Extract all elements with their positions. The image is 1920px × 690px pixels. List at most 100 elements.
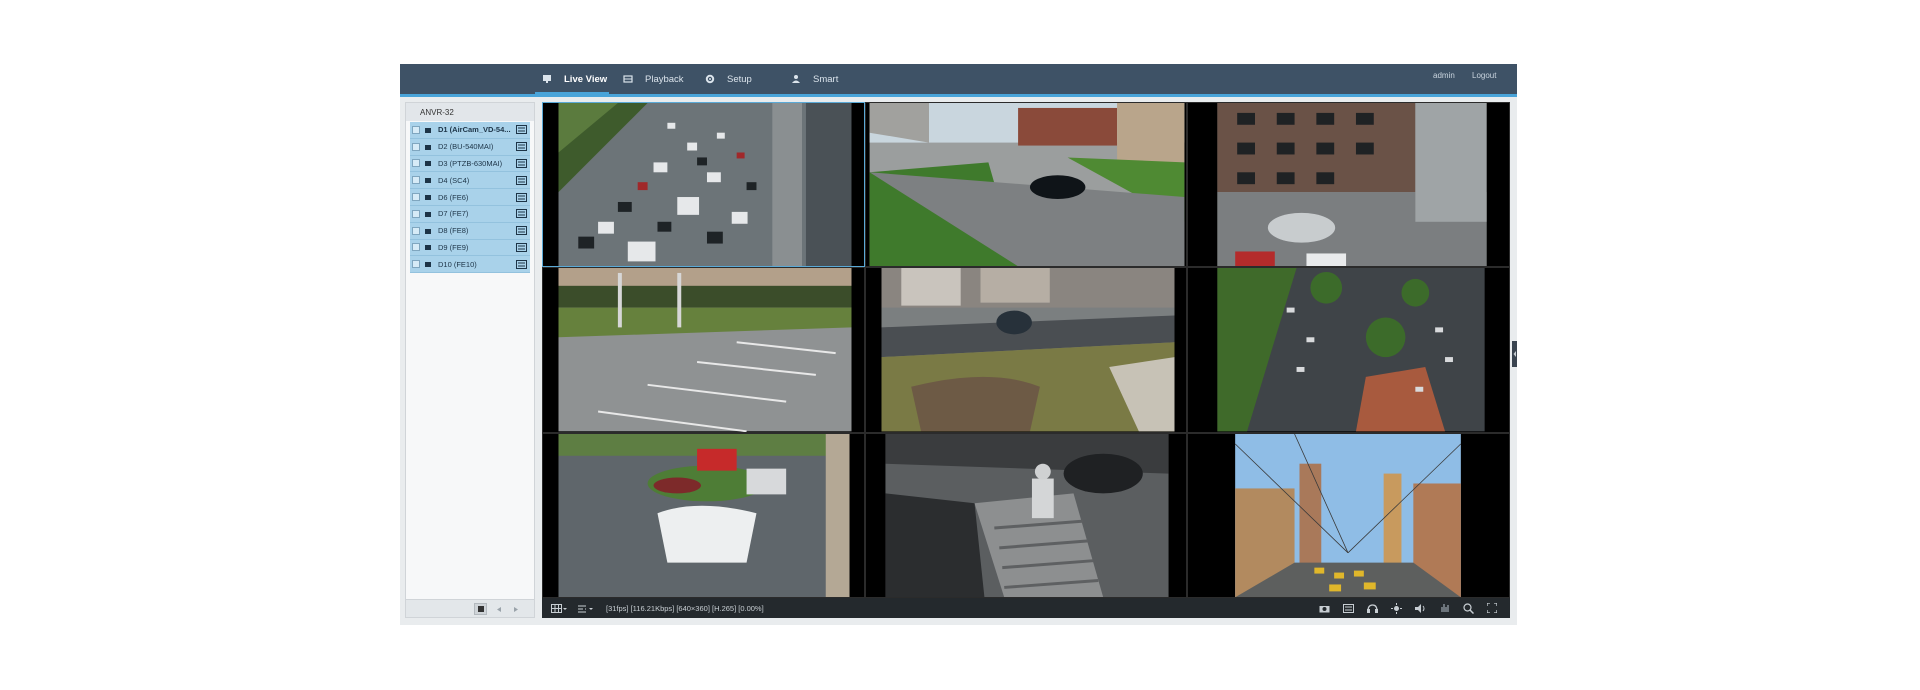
aerial-parking-feed bbox=[1217, 268, 1485, 432]
device-item[interactable]: D6 (FE6) bbox=[410, 189, 530, 206]
play-stream-icon[interactable] bbox=[515, 142, 527, 152]
video-cell[interactable] bbox=[542, 432, 865, 598]
video-cell[interactable] bbox=[864, 432, 1188, 598]
audio-talk-button[interactable] bbox=[1360, 598, 1384, 618]
chevron-left-icon bbox=[1513, 351, 1516, 357]
panel-collapse-handle[interactable] bbox=[1512, 341, 1517, 367]
expand-icon[interactable] bbox=[412, 226, 420, 235]
device-item[interactable]: D3 (PTZB-630MAI) bbox=[410, 155, 530, 173]
tab-live-view[interactable]: Live View bbox=[540, 64, 607, 94]
camera-icon bbox=[424, 159, 432, 167]
residential-street-feed bbox=[869, 103, 1185, 267]
play-stream-icon[interactable] bbox=[515, 226, 527, 236]
tab-setup[interactable]: Setup bbox=[703, 64, 752, 94]
layout-grid-button[interactable] bbox=[548, 598, 570, 618]
video-cell[interactable] bbox=[542, 102, 865, 268]
digital-zoom-button[interactable] bbox=[1456, 598, 1480, 618]
snapshot-button[interactable] bbox=[1312, 598, 1336, 618]
city-street-feed bbox=[1235, 433, 1462, 597]
prev-page-button[interactable] bbox=[492, 603, 505, 615]
volume-button[interactable] bbox=[1408, 598, 1432, 618]
device-item[interactable]: D9 (FE9) bbox=[410, 239, 530, 257]
tab-smart-label: Smart bbox=[813, 73, 839, 85]
monitor-icon bbox=[540, 73, 554, 85]
device-label: D4 (SC4) bbox=[438, 175, 470, 185]
stop-all-button[interactable] bbox=[474, 603, 487, 615]
device-item[interactable]: D1 (AirCam_VD-54... bbox=[410, 122, 530, 139]
tab-playback-label: Playback bbox=[645, 73, 684, 85]
live-video-grid bbox=[542, 102, 1510, 598]
tab-playback[interactable]: Playback bbox=[621, 64, 684, 94]
device-item[interactable]: D4 (SC4) bbox=[410, 172, 530, 190]
brightness-icon bbox=[1390, 602, 1402, 614]
header-accent-line bbox=[400, 94, 1517, 97]
zoom-icon bbox=[1462, 602, 1474, 614]
headset-icon bbox=[1366, 603, 1378, 613]
arrow-right-icon bbox=[514, 606, 518, 612]
play-stream-icon[interactable] bbox=[515, 192, 527, 202]
night-stairs-feed bbox=[885, 433, 1169, 597]
video-cell[interactable] bbox=[1187, 267, 1510, 433]
play-stream-icon[interactable] bbox=[515, 125, 527, 135]
device-item[interactable]: D7 (FE7) bbox=[410, 205, 530, 223]
username-label[interactable]: admin bbox=[1433, 71, 1455, 80]
camera-icon bbox=[424, 260, 432, 268]
expand-icon[interactable] bbox=[412, 193, 420, 202]
video-cell[interactable] bbox=[1187, 102, 1510, 268]
video-toolbar: [31fps] [116.21Kbps] [640×360] [H.265] [… bbox=[542, 598, 1510, 618]
tab-live-view-label: Live View bbox=[564, 73, 608, 85]
video-cell[interactable] bbox=[1187, 432, 1510, 598]
next-page-button[interactable] bbox=[510, 603, 523, 615]
image-adjust-button[interactable] bbox=[1384, 598, 1408, 618]
video-cell[interactable] bbox=[542, 267, 865, 433]
driveway-cars-feed bbox=[558, 433, 850, 597]
arrow-left-icon bbox=[497, 606, 501, 612]
camera-icon bbox=[424, 243, 432, 251]
device-tree-root[interactable]: ANVR-32 bbox=[406, 103, 534, 121]
device-item[interactable]: D8 (FE8) bbox=[410, 222, 530, 240]
device-label: D6 (FE6) bbox=[438, 192, 469, 202]
expand-icon[interactable] bbox=[412, 260, 420, 269]
play-stream-icon[interactable] bbox=[515, 242, 527, 252]
stream-select-button[interactable] bbox=[574, 598, 596, 618]
logout-link[interactable]: Logout bbox=[1472, 71, 1496, 80]
top-navigation-bar: Live View Playback Setup Smart admin Log… bbox=[400, 64, 1517, 94]
expand-icon[interactable] bbox=[412, 159, 420, 168]
device-label: D1 (AirCam_VD-54... bbox=[438, 125, 511, 135]
record-button[interactable] bbox=[1336, 598, 1360, 618]
play-stream-icon[interactable] bbox=[515, 259, 527, 269]
device-tree-panel: ANVR-32 D1 (AirCam_VD-54... D2 (BU-540MA… bbox=[405, 102, 535, 618]
camera-snapshot-icon bbox=[1319, 605, 1329, 612]
camera-icon bbox=[424, 227, 432, 235]
ptz-button[interactable] bbox=[1432, 598, 1456, 618]
tab-smart[interactable]: Smart bbox=[789, 64, 838, 94]
expand-icon[interactable] bbox=[412, 176, 420, 185]
camera-icon bbox=[424, 176, 432, 184]
gear-icon bbox=[703, 73, 717, 85]
play-stream-icon[interactable] bbox=[515, 175, 527, 185]
device-label: D8 (FE8) bbox=[438, 226, 469, 236]
device-item[interactable]: D10 (FE10) bbox=[410, 256, 530, 274]
play-stream-icon[interactable] bbox=[515, 209, 527, 219]
stop-icon bbox=[477, 606, 484, 612]
house-front-yard-feed bbox=[881, 268, 1175, 432]
expand-icon[interactable] bbox=[412, 142, 420, 151]
parking-lot-feed bbox=[558, 268, 852, 432]
device-list: D1 (AirCam_VD-54... D2 (BU-540MAI) D3 (P… bbox=[406, 122, 534, 274]
play-stream-icon[interactable] bbox=[515, 158, 527, 168]
video-cell[interactable] bbox=[864, 102, 1188, 268]
nvr-client-window: Live View Playback Setup Smart admin Log… bbox=[400, 64, 1517, 625]
expand-icon[interactable] bbox=[412, 209, 420, 218]
hand-icon bbox=[1440, 604, 1449, 612]
expand-icon[interactable] bbox=[412, 243, 420, 252]
record-icon bbox=[1342, 603, 1354, 613]
camera-icon bbox=[424, 126, 432, 134]
fullscreen-button[interactable] bbox=[1480, 598, 1504, 618]
expand-icon[interactable] bbox=[412, 125, 420, 134]
video-cell[interactable] bbox=[864, 267, 1188, 433]
device-label: D3 (PTZB-630MAI) bbox=[438, 158, 503, 168]
grid-layout-icon bbox=[551, 603, 567, 613]
tab-setup-label: Setup bbox=[727, 73, 752, 85]
person-icon bbox=[789, 73, 803, 85]
device-item[interactable]: D2 (BU-540MAI) bbox=[410, 138, 530, 156]
